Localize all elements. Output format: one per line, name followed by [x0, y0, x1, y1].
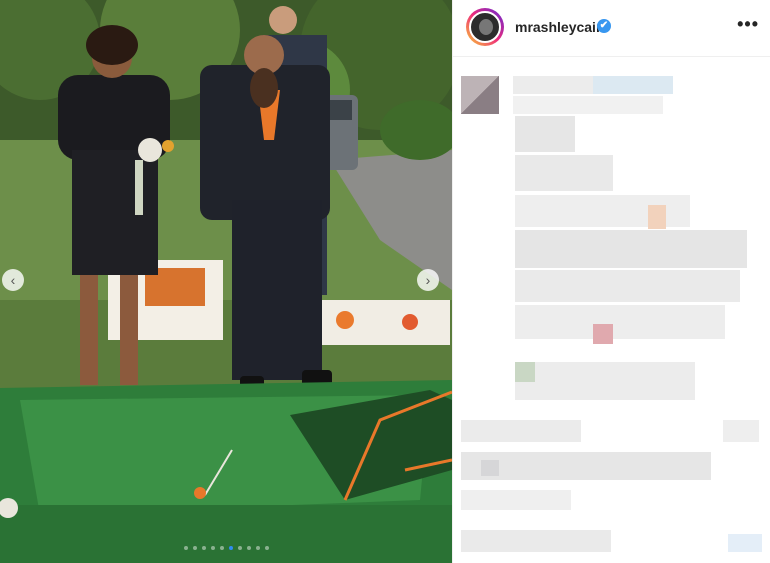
verified-badge-icon: ✔: [597, 19, 611, 33]
censored-text-block: [461, 490, 571, 510]
chevron-left-icon: ‹: [10, 272, 16, 288]
carousel-dot: [255, 546, 260, 550]
censored-text-block: [461, 420, 581, 442]
more-options-icon[interactable]: •••: [737, 14, 759, 35]
chevron-right-icon: ›: [425, 272, 431, 288]
previous-slide-button[interactable]: ‹: [2, 269, 24, 291]
photo-scene: [0, 0, 452, 563]
carousel-dot: [246, 546, 251, 550]
carousel-dot: [201, 546, 206, 550]
carousel-indicator: [0, 546, 452, 550]
censored-text-block: [593, 76, 673, 94]
censored-text-block: [648, 205, 666, 229]
instagram-post: ‹ › mrashleycain ✔ •••: [0, 0, 770, 563]
censored-text-block: [723, 420, 759, 442]
next-slide-button[interactable]: ›: [417, 269, 439, 291]
post-photo[interactable]: ‹ ›: [0, 0, 452, 563]
censored-text-block: [515, 362, 535, 382]
censored-text-block: [515, 305, 725, 339]
censored-text-block: [515, 270, 740, 302]
censored-text-block: [513, 96, 663, 114]
avatar[interactable]: [469, 11, 501, 43]
censored-text-block: [461, 530, 611, 552]
censored-text-block: [515, 230, 747, 268]
username-link[interactable]: mrashleycain: [515, 19, 605, 35]
censored-text-block: [481, 460, 499, 476]
carousel-dot: [264, 546, 269, 550]
story-ring[interactable]: [466, 8, 504, 46]
censored-text-block: [593, 324, 613, 344]
censored-text-block: [515, 155, 613, 191]
post-header: mrashleycain ✔ •••: [453, 0, 770, 57]
censored-text-block: [728, 534, 762, 552]
carousel-dot: [237, 546, 242, 550]
carousel-dot: [228, 546, 233, 550]
carousel-dot: [219, 546, 224, 550]
censored-avatar: [461, 76, 499, 114]
carousel-dot: [183, 546, 188, 550]
carousel-dot: [192, 546, 197, 550]
censored-text-block: [515, 116, 575, 152]
post-sidebar: mrashleycain ✔ •••: [452, 0, 770, 563]
carousel-dot: [210, 546, 215, 550]
censored-text-block: [515, 362, 695, 400]
